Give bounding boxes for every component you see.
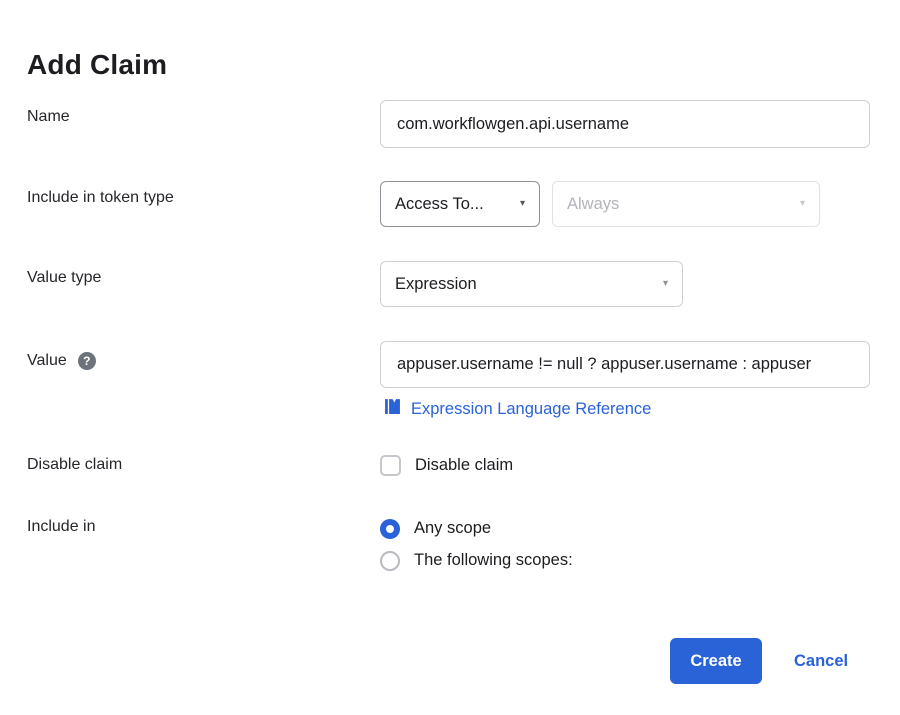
name-input[interactable]: [380, 100, 870, 148]
token-condition-select: Always ▾: [552, 181, 820, 227]
value-row: Value ? Expression Language Reference: [27, 341, 870, 420]
create-button[interactable]: Create: [670, 638, 762, 684]
value-type-label: Value type: [27, 261, 380, 287]
include-in-row: Include in Any scope The following scope…: [27, 518, 870, 571]
reference-link-label: Expression Language Reference: [411, 400, 651, 419]
disable-claim-label: Disable claim: [27, 455, 380, 474]
expression-language-reference-link[interactable]: Expression Language Reference: [384, 398, 651, 420]
chevron-down-icon: ▾: [520, 199, 525, 209]
token-type-select[interactable]: Access To... ▾: [380, 181, 540, 227]
value-type-select[interactable]: Expression ▾: [380, 261, 683, 307]
radio-selected-icon[interactable]: [380, 519, 400, 539]
token-type-row: Include in token type Access To... ▾ Alw…: [27, 181, 870, 227]
scope-radio-group: Any scope The following scopes:: [380, 518, 573, 571]
page-title: Add Claim: [27, 49, 167, 81]
radio-unselected-icon[interactable]: [380, 551, 400, 571]
any-scope-label: Any scope: [414, 518, 491, 539]
add-claim-dialog: Add Claim Name Include in token type Acc…: [0, 0, 900, 715]
help-icon[interactable]: ?: [78, 352, 96, 370]
name-label: Name: [27, 100, 380, 126]
value-label: Value: [27, 352, 67, 370]
cancel-button[interactable]: Cancel: [794, 638, 848, 684]
include-in-label: Include in: [27, 518, 380, 536]
book-icon: [384, 398, 401, 420]
name-row: Name: [27, 100, 870, 148]
chevron-down-icon: ▾: [663, 279, 668, 289]
value-type-row: Value type Expression ▾: [27, 261, 870, 307]
radio-option-any-scope[interactable]: Any scope: [380, 518, 573, 539]
value-type-selected-value: Expression: [395, 275, 477, 294]
token-condition-selected-value: Always: [567, 195, 619, 214]
token-type-selected-value: Access To...: [395, 195, 484, 214]
disable-claim-checkbox-label: Disable claim: [415, 455, 513, 476]
following-scopes-label: The following scopes:: [414, 550, 573, 571]
value-input[interactable]: [380, 341, 870, 388]
token-type-label: Include in token type: [27, 181, 380, 207]
disable-claim-checkbox[interactable]: [380, 455, 401, 476]
radio-option-following-scopes[interactable]: The following scopes:: [380, 550, 573, 571]
disable-claim-row: Disable claim Disable claim: [27, 455, 870, 476]
chevron-down-icon: ▾: [800, 199, 805, 209]
value-label-group: Value ?: [27, 341, 380, 370]
